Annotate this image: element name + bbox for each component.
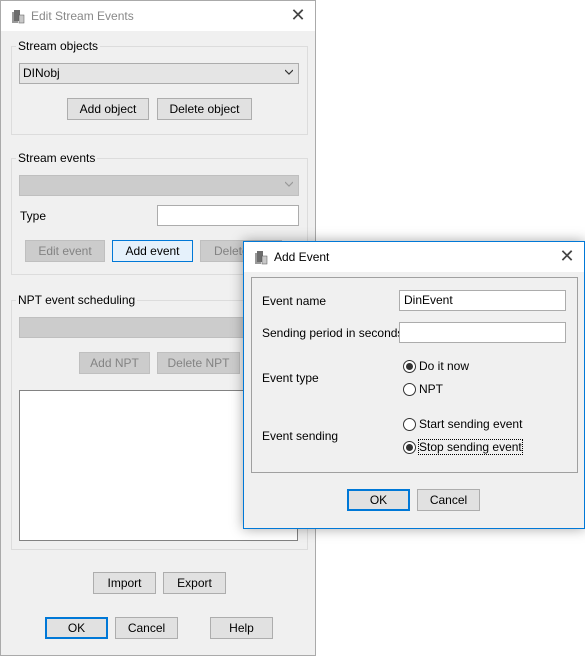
cancel-button[interactable]: Cancel [115,617,178,639]
help-button[interactable]: Help [210,617,273,639]
start-sending-radio[interactable] [403,418,416,431]
type-field[interactable] [157,205,299,226]
edit-event-button[interactable]: Edit event [25,240,105,262]
type-label: Type [20,209,47,223]
event-sending-label: Event sending [262,429,339,443]
do-it-now-radio[interactable] [403,360,416,373]
sending-period-field[interactable] [399,322,566,343]
chevron-down-icon [285,181,293,187]
stop-sending-radio[interactable] [403,441,416,454]
close-icon[interactable]: ✕ [285,3,311,29]
do-it-now-label[interactable]: Do it now [419,359,469,373]
window-title: Edit Stream Events [31,9,134,23]
group-label: Stream events [16,151,98,165]
app-icon [12,10,25,24]
dialog-title: Add Event [274,250,330,264]
sending-period-label: Sending period in seconds [262,326,404,340]
delete-object-button[interactable]: Delete object [157,98,252,120]
cancel-button[interactable]: Cancel [417,489,480,511]
event-name-field[interactable]: DinEvent [399,290,566,311]
npt-label[interactable]: NPT [419,382,443,396]
event-type-label: Event type [262,371,319,385]
chevron-down-icon [285,69,293,75]
group-label: Stream objects [16,39,101,53]
ok-button[interactable]: OK [45,617,108,639]
group-label: NPT event scheduling [16,293,138,307]
close-icon[interactable]: ✕ [554,244,580,270]
delete-npt-button[interactable]: Delete NPT [157,352,240,374]
selected-object: DINobj [23,66,60,80]
import-button[interactable]: Import [93,572,156,594]
add-npt-button[interactable]: Add NPT [79,352,150,374]
start-sending-label[interactable]: Start sending event [419,417,522,431]
stop-sending-label[interactable]: Stop sending event [418,439,523,455]
title-bar[interactable]: Add Event ✕ [244,242,584,272]
app-icon [255,251,268,265]
add-event-button[interactable]: Add event [112,240,193,262]
npt-radio[interactable] [403,383,416,396]
title-bar[interactable]: Edit Stream Events ✕ [1,1,315,31]
ok-button[interactable]: OK [347,489,410,511]
add-object-button[interactable]: Add object [67,98,149,120]
event-name-label: Event name [262,294,327,308]
export-button[interactable]: Export [163,572,226,594]
stream-objects-group: Stream objects [11,39,308,135]
stream-object-select[interactable]: DINobj [19,63,299,84]
stream-event-select[interactable] [19,175,299,196]
add-event-dialog: Add Event ✕ Event name DinEvent Sending … [243,241,585,529]
